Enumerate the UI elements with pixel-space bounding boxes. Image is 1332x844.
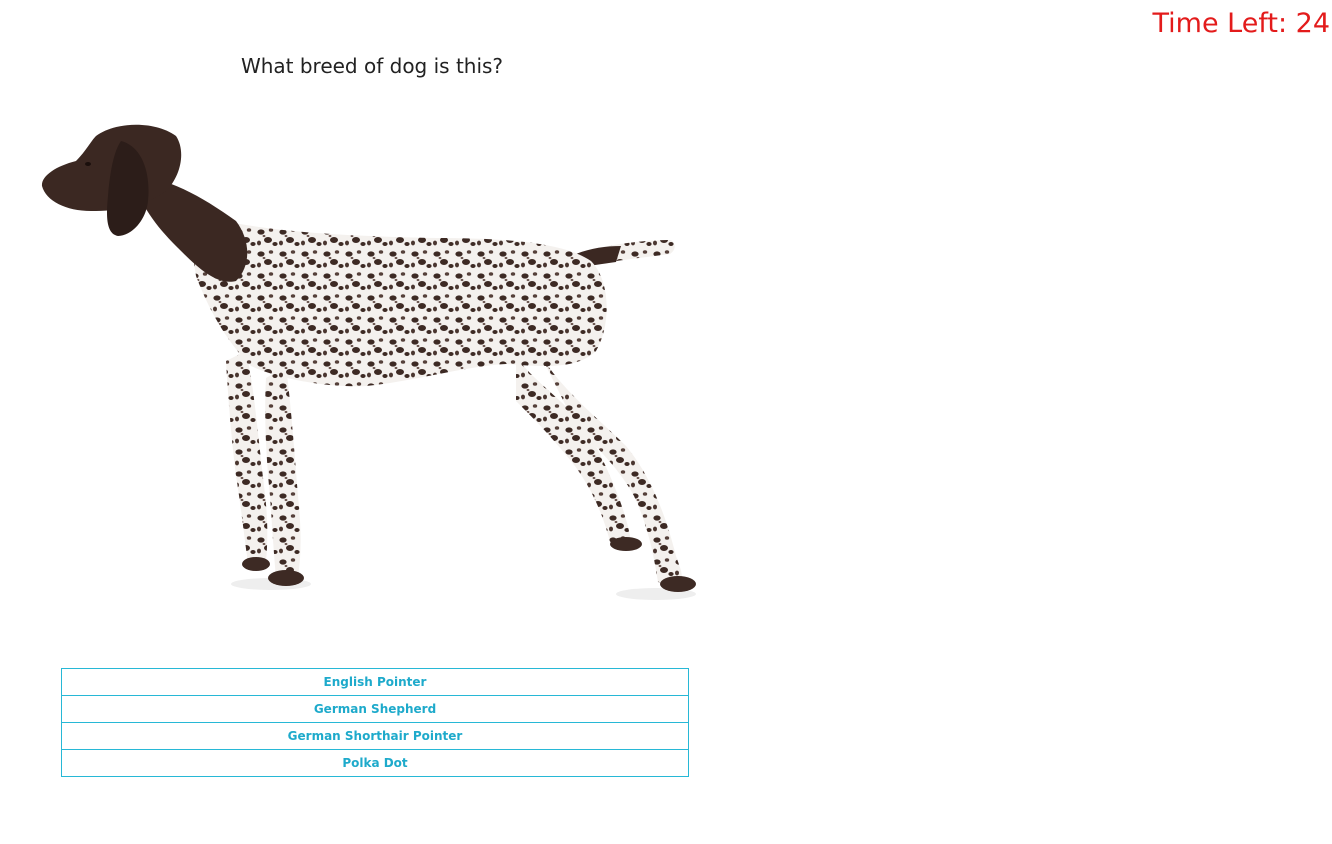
- question-text: What breed of dog is this?: [240, 54, 504, 78]
- answer-options: English Pointer German Shepherd German S…: [61, 668, 689, 777]
- dog-photo: [41, 124, 696, 600]
- answer-option-german-shepherd[interactable]: German Shepherd: [61, 695, 689, 723]
- answer-option-english-pointer[interactable]: English Pointer: [61, 668, 689, 696]
- answer-option-german-shorthair-pointer[interactable]: German Shorthair Pointer: [61, 722, 689, 750]
- answer-option-polka-dot[interactable]: Polka Dot: [61, 749, 689, 777]
- time-left-display: Time Left: 24: [1152, 8, 1331, 39]
